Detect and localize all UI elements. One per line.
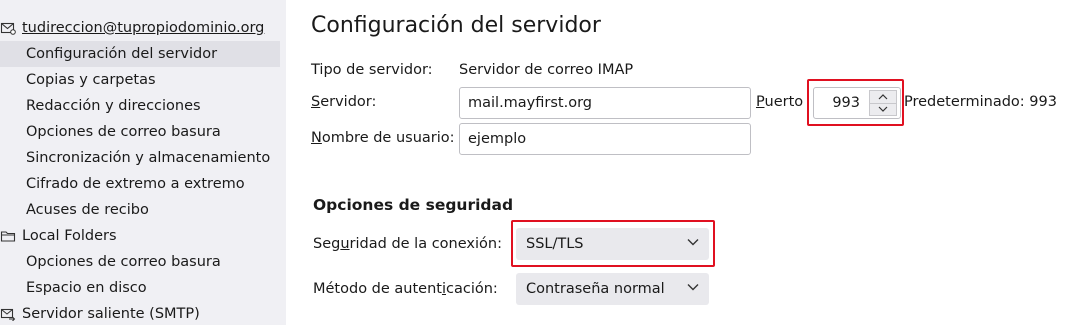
chevron-down-icon [687,239,699,246]
connection-security-label-post: ridad de la conexión: [349,236,502,252]
sidebar-item-label: Sincronización y almacenamiento [26,150,271,166]
port-value: 993 [832,95,860,111]
sidebar-item-server-settings[interactable]: Configuración del servidor [0,41,280,67]
server-type-label: Tipo de servidor: [311,62,433,78]
sidebar-item-label: Copias y carpetas [26,72,156,88]
sidebar-item-local-junk-settings[interactable]: Opciones de correo basura [0,249,280,275]
connection-security-value: SSL/TLS [526,236,584,252]
username-label-accesskey: N [311,130,322,146]
folder-icon [0,226,22,246]
connection-security-select[interactable]: SSL/TLS [516,228,709,260]
security-section-title: Opciones de seguridad [313,196,514,214]
outgoing-server-icon [0,304,22,324]
server-label-accesskey: S [311,94,321,110]
sidebar-item-label: Opciones de correo basura [26,254,221,270]
username-input[interactable]: ejemplo [459,123,751,155]
server-label: Servidor: [311,94,376,110]
sidebar-item-return-receipts[interactable]: Acuses de recibo [0,197,280,223]
auth-method-label-pre: Método de autent [313,281,442,297]
sidebar-outgoing-server[interactable]: Servidor saliente (SMTP) [0,301,280,325]
username-label: Nombre de usuario: [311,130,455,146]
port-label: Puerto [756,94,803,110]
server-hostname-input[interactable]: mail.mayfirst.org [459,87,751,119]
connection-security-label-accesskey: u [340,236,350,252]
sidebar-item-label: Redacción y direcciones [26,98,201,114]
sidebar-item-label: Cifrado de extremo a extremo [26,176,245,192]
sidebar-item-sync-storage[interactable]: Sincronización y almacenamiento [0,145,280,171]
sidebar-item-label: Acuses de recibo [26,202,149,218]
server-label-text: ervidor: [320,94,377,110]
port-stepper-buttons [869,90,897,116]
sidebar-item-composition-addressing[interactable]: Redacción y direcciones [0,93,280,119]
chevron-down-icon [878,106,888,113]
port-increment-button[interactable] [869,90,897,104]
server-type-value: Servidor de correo IMAP [459,62,634,78]
auth-method-label: Método de autenticación: [313,281,498,297]
port-label-accesskey: P [756,94,765,110]
sidebar-item-e2e-encryption[interactable]: Cifrado de extremo a extremo [0,171,280,197]
chevron-up-icon [878,93,888,100]
username-label-text: ombre de usuario: [321,130,455,146]
sidebar-item-label: Configuración del servidor [26,46,218,62]
sidebar-local-folders[interactable]: Local Folders [0,223,280,249]
auth-method-value: Contraseña normal [526,281,665,297]
sidebar-local-folders-label: Local Folders [22,228,117,244]
auth-method-select[interactable]: Contraseña normal [516,273,709,305]
account-settings-window: tudireccion@tupropiodominio.org Configur… [0,0,1073,325]
account-sidebar: tudireccion@tupropiodominio.org Configur… [0,0,286,325]
sidebar-item-copies-folders[interactable]: Copias y carpetas [0,67,280,93]
chevron-down-icon [687,284,699,291]
sidebar-account[interactable]: tudireccion@tupropiodominio.org [0,15,280,41]
mail-account-icon [0,18,22,38]
port-decrement-button[interactable] [869,103,897,116]
port-default-label: Predeterminado: 993 [904,94,1057,110]
connection-security-label-pre: Seg [313,236,341,252]
sidebar-outgoing-server-label: Servidor saliente (SMTP) [22,306,200,322]
auth-method-label-post: cación: [446,281,498,297]
page-title: Configuración del servidor [311,13,601,38]
sidebar-item-junk-settings[interactable]: Opciones de correo basura [0,119,280,145]
sidebar-item-disk-space[interactable]: Espacio en disco [0,275,280,301]
connection-security-label: Seguridad de la conexión: [313,236,502,252]
sidebar-item-label: Opciones de correo basura [26,124,221,140]
sidebar-item-label: Espacio en disco [26,280,147,296]
port-stepper[interactable]: 993 [813,87,901,119]
server-settings-panel: Configuración del servidor Tipo de servi… [286,0,1073,325]
sidebar-account-label: tudireccion@tupropiodominio.org [22,20,265,36]
port-label-text: uerto [764,94,804,110]
